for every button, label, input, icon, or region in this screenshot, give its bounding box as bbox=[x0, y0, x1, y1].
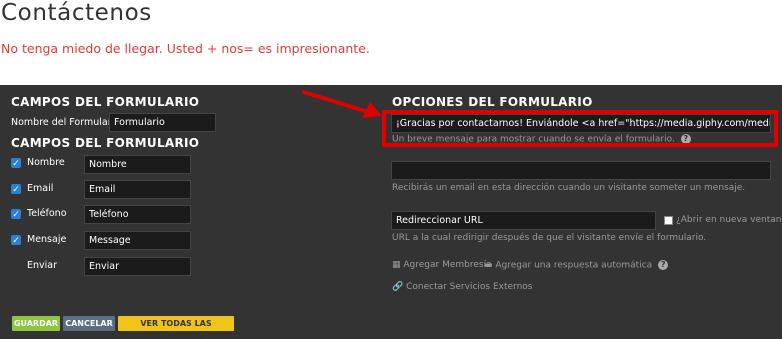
form-name-label: Nombre del Formulario bbox=[11, 117, 121, 128]
field-nombre-input[interactable]: Nombre bbox=[84, 155, 191, 174]
save-button[interactable]: GUARDAR bbox=[12, 316, 60, 331]
cancel-button[interactable]: CANCELAR bbox=[63, 316, 115, 331]
help-icon[interactable]: ? bbox=[658, 260, 669, 270]
field-mensaje-input[interactable]: Message bbox=[84, 231, 191, 250]
field-telefono-checkbox[interactable]: ✓ bbox=[11, 209, 21, 219]
fields-section-title: CAMPOS DEL FORMULARIO bbox=[11, 136, 200, 150]
new-window-label: ¿Abrir en nueva ventana? bbox=[676, 215, 782, 225]
redirect-url-help: URL a la cual redirigir después de que e… bbox=[392, 233, 707, 243]
new-window-checkbox[interactable] bbox=[664, 216, 673, 225]
add-autoresponse-label: Agregar una respuesta automática bbox=[495, 260, 653, 271]
membership-icon: ▦ bbox=[392, 260, 401, 270]
connect-services-label: Conectar Servicios Externos bbox=[406, 282, 533, 292]
add-autoresponse-link[interactable]: ▬ Agregar una respuesta automática? bbox=[484, 260, 669, 271]
field-enviar-label: Enviar bbox=[27, 260, 58, 271]
field-mensaje-checkbox[interactable]: ✓ bbox=[11, 235, 21, 245]
options-section-title: OPCIONES DEL FORMULARIO bbox=[392, 95, 593, 109]
highlight-box bbox=[382, 110, 778, 147]
field-enviar-input[interactable]: Enviar bbox=[84, 257, 191, 276]
notification-email-input[interactable] bbox=[391, 161, 771, 180]
view-responses-button[interactable]: VER TODAS LAS RESPUESTAS bbox=[118, 316, 234, 339]
redirect-url-input[interactable]: Redireccionar URL bbox=[391, 211, 656, 230]
reply-icon: ▬ bbox=[484, 260, 493, 271]
field-telefono-input[interactable]: Teléfono bbox=[84, 205, 191, 224]
notification-email-help: Recibirás un email en esta dirección cua… bbox=[392, 183, 746, 193]
field-email-checkbox[interactable]: ✓ bbox=[11, 184, 21, 194]
field-telefono-label: Teléfono bbox=[27, 208, 67, 219]
add-membership-label: Agregar Membresía bbox=[403, 260, 492, 270]
link-icon: 🔗 bbox=[392, 282, 404, 292]
page-title: Contáctenos bbox=[1, 0, 152, 26]
field-mensaje-label: Mensaje bbox=[27, 234, 67, 245]
page-subtitle: No tenga miedo de llegar. Usted + nos= e… bbox=[1, 41, 370, 56]
annotation-arrow-icon bbox=[302, 90, 382, 118]
field-email-input[interactable]: Email bbox=[84, 180, 191, 199]
field-nombre-label: Nombre bbox=[27, 157, 65, 168]
field-nombre-checkbox[interactable]: ✓ bbox=[11, 158, 21, 168]
connect-services-link[interactable]: 🔗 Conectar Servicios Externos bbox=[392, 282, 532, 292]
field-email-label: Email bbox=[27, 183, 54, 194]
form-section-title: CAMPOS DEL FORMULARIO bbox=[11, 95, 200, 109]
form-name-input[interactable]: Formulario bbox=[109, 113, 216, 132]
add-membership-link[interactable]: ▦ Agregar Membresía bbox=[392, 260, 492, 270]
